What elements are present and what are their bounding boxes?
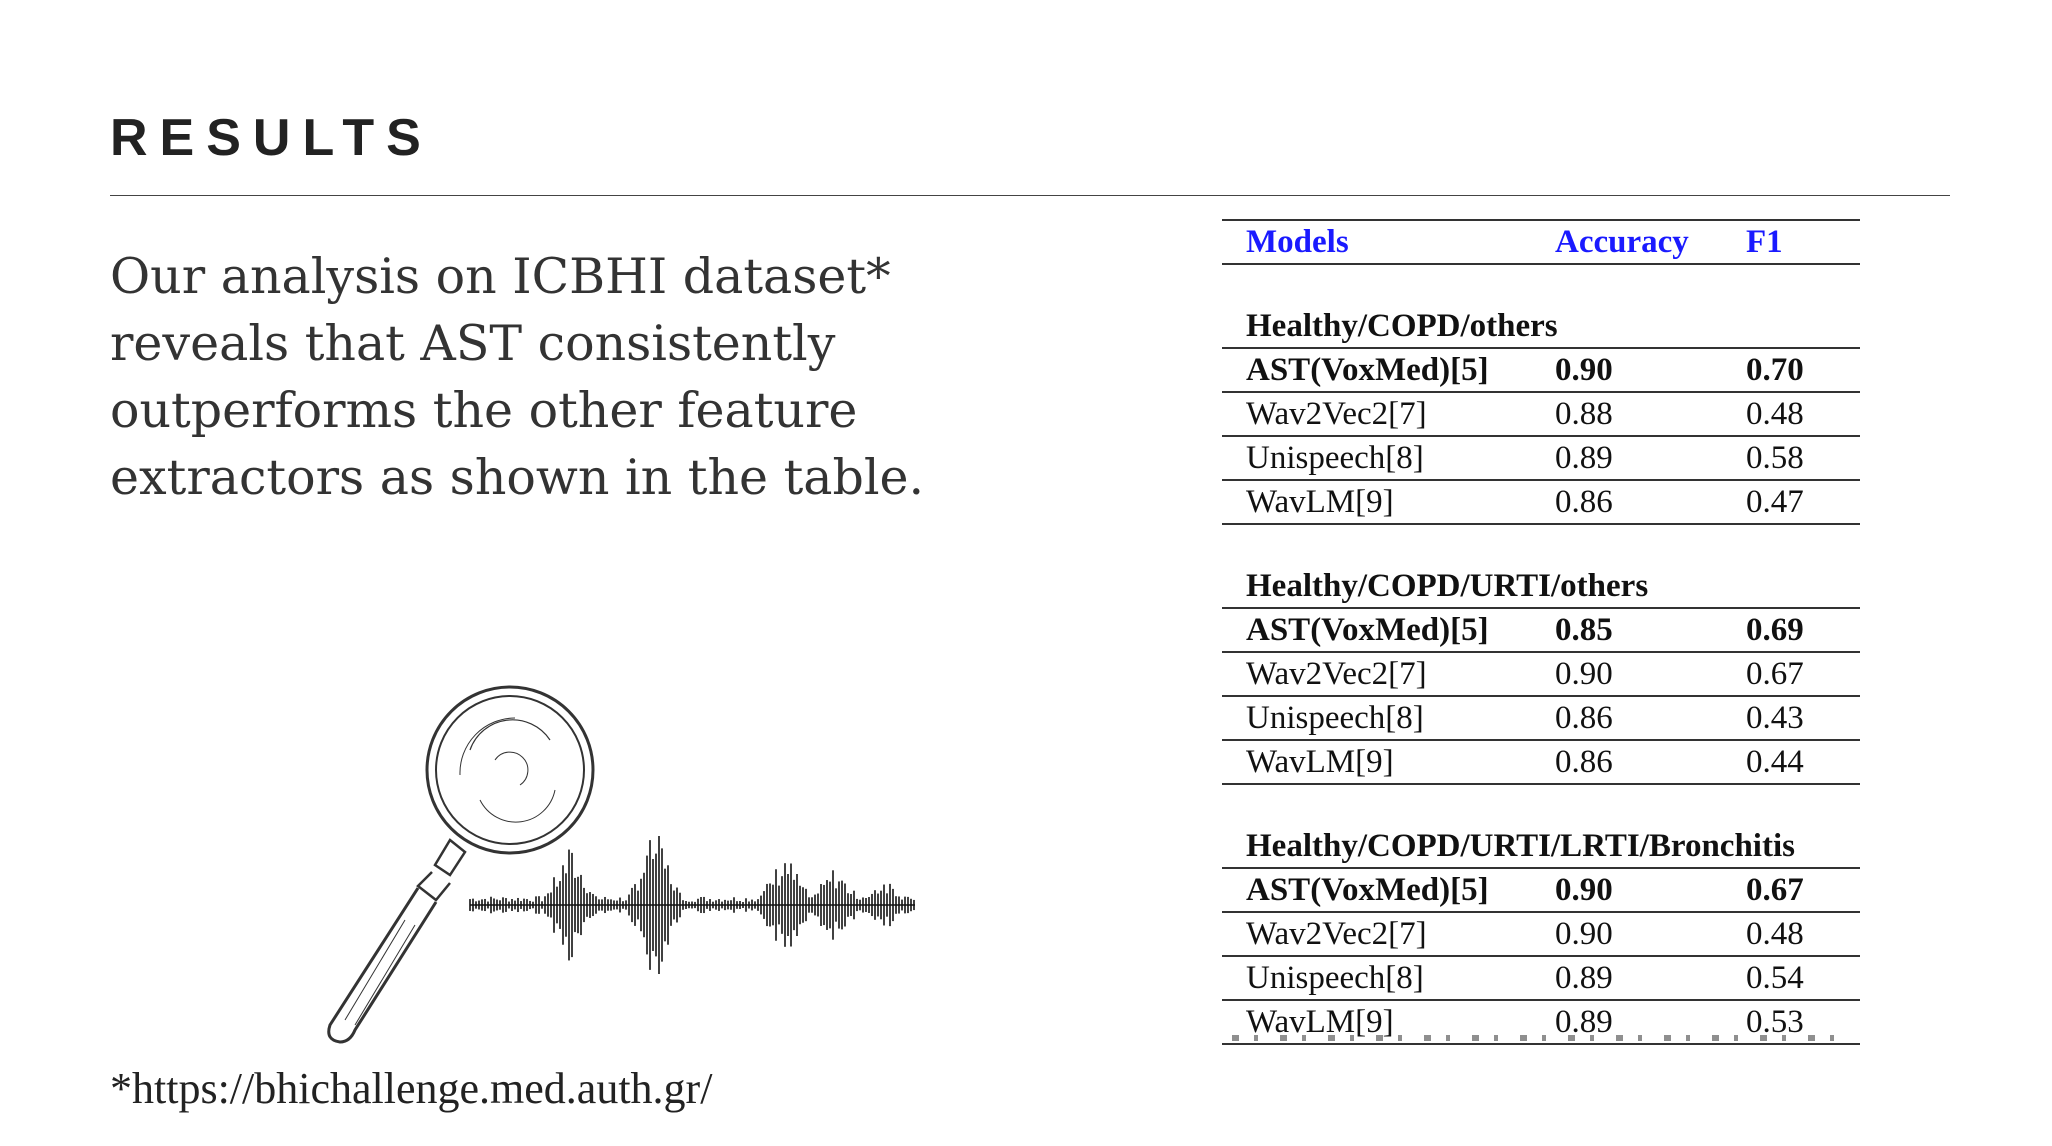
cell-accuracy: 0.89 [1531,955,1722,1000]
cell-f1: 0.54 [1722,955,1860,1000]
table-row: Wav2Vec2[7] 0.90 0.67 [1222,651,1860,696]
table-row: Unispeech[8] 0.89 0.54 [1222,955,1860,1000]
header-accuracy: Accuracy [1531,219,1722,265]
table-spacer [1222,264,1860,305]
spacer-cell [1222,264,1860,305]
cell-model: Wav2Vec2[7] [1222,651,1531,696]
cell-f1: 0.70 [1722,347,1860,392]
cell-f1: 0.67 [1722,651,1860,696]
table-row: WavLM[9] 0.86 0.47 [1222,479,1860,525]
cell-f1: 0.47 [1722,479,1860,525]
cell-accuracy: 0.86 [1531,739,1722,785]
table-row: AST(VoxMed)[5] 0.90 0.67 [1222,867,1860,912]
cell-accuracy: 0.90 [1531,867,1722,912]
cell-model: Wav2Vec2[7] [1222,391,1531,436]
cell-accuracy: 0.85 [1531,607,1722,652]
magnifying-glass-icon [327,685,595,1044]
header-models: Models [1222,219,1531,265]
table-header-row: Models Accuracy F1 [1222,219,1860,265]
cell-accuracy: 0.89 [1531,435,1722,480]
table-row: Wav2Vec2[7] 0.90 0.48 [1222,911,1860,956]
body-text: Our analysis on ICBHI dataset* reveals t… [110,248,925,506]
table-spacer [1222,524,1860,565]
cell-model: AST(VoxMed)[5] [1222,347,1531,392]
slide-title: RESULTS [110,109,433,167]
cell-model: AST(VoxMed)[5] [1222,867,1531,912]
footnote-link[interactable]: *https://bhichallenge.med.auth.gr/ [110,1063,712,1114]
spacer-cell [1222,784,1860,825]
cell-accuracy: 0.90 [1531,651,1722,696]
table-row: Unispeech[8] 0.89 0.58 [1222,435,1860,480]
illustration [327,685,915,1044]
cell-accuracy: 0.86 [1531,695,1722,740]
cropped-caption-line [1232,1035,1852,1041]
group-label: Healthy/COPD/URTI/LRTI/Bronchitis [1246,827,1795,864]
table-spacer [1222,784,1860,825]
group-label: Healthy/COPD/others [1246,307,1558,344]
table-row: AST(VoxMed)[5] 0.90 0.70 [1222,347,1860,392]
cell-model: Wav2Vec2[7] [1222,911,1531,956]
cell-accuracy: 0.90 [1531,347,1722,392]
cell-f1: 0.44 [1722,739,1860,785]
table-row: AST(VoxMed)[5] 0.85 0.69 [1222,607,1860,652]
cell-f1: 0.69 [1722,607,1860,652]
cell-f1: 0.43 [1722,695,1860,740]
header-f1: F1 [1722,219,1860,265]
cell-model: Unispeech[8] [1222,695,1531,740]
table-row: Unispeech[8] 0.86 0.43 [1222,695,1860,740]
cell-f1: 0.48 [1722,911,1860,956]
spacer-cell [1222,524,1860,565]
cell-f1: 0.58 [1722,435,1860,480]
cell-model: AST(VoxMed)[5] [1222,607,1531,652]
sound-waveform-icon [469,836,915,974]
table-group-row: Healthy/COPD/URTI/others [1222,565,1860,608]
cell-model: WavLM[9] [1222,739,1531,785]
cell-model: Unispeech[8] [1222,435,1531,480]
cell-f1: 0.48 [1722,391,1860,436]
cell-accuracy: 0.90 [1531,911,1722,956]
group-label: Healthy/COPD/URTI/others [1246,567,1649,604]
results-table: Models Accuracy F1 Healthy/COPD/others AS… [1222,219,1860,1045]
cell-model: WavLM[9] [1222,479,1531,525]
table-row: WavLM[9] 0.86 0.44 [1222,739,1860,785]
table-row: Wav2Vec2[7] 0.88 0.48 [1222,391,1860,436]
cell-f1: 0.67 [1722,867,1860,912]
table-group-row: Healthy/COPD/others [1222,305,1860,348]
cell-accuracy: 0.88 [1531,391,1722,436]
table-group-row: Healthy/COPD/URTI/LRTI/Bronchitis [1222,825,1860,868]
cell-accuracy: 0.86 [1531,479,1722,525]
title-divider [110,195,1950,196]
cell-model: Unispeech[8] [1222,955,1531,1000]
